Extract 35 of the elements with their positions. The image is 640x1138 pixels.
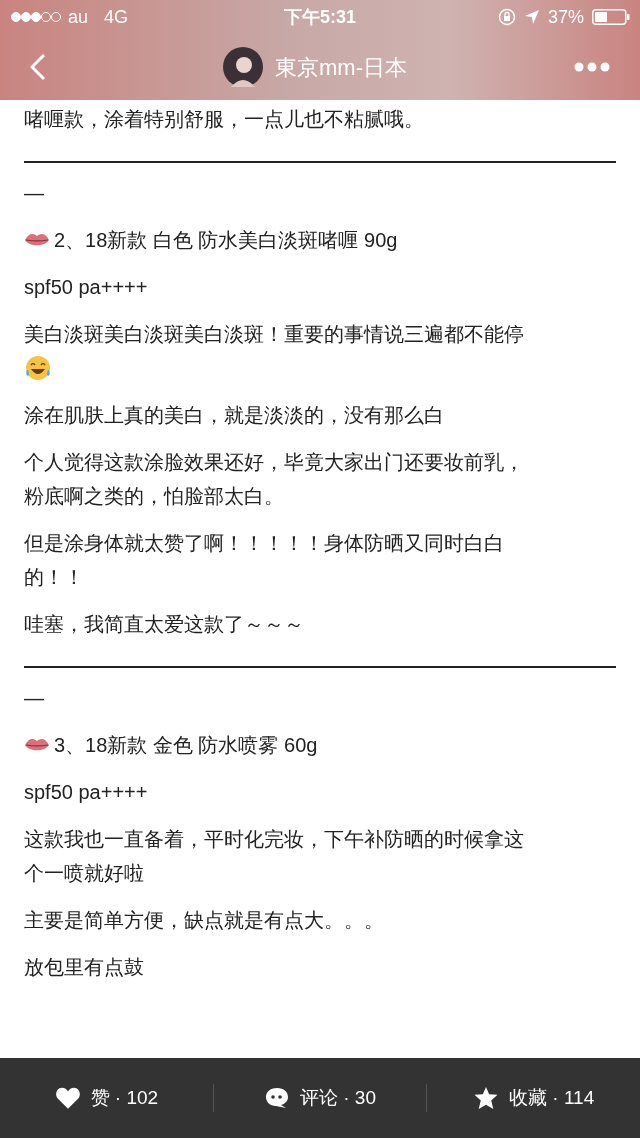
paragraph: — <box>24 181 45 206</box>
paragraph: 个人觉得这款涂脸效果还好，毕竟大家出门还要妆前乳， 粉底啊之类的，怕脸部太白。 <box>24 450 525 509</box>
section-heading: 2、18新款 白色 防水美白淡斑啫喱 90g <box>54 228 398 253</box>
paragraph: 美白淡斑美白淡斑美白淡斑！重要的事情说三遍都不能停 <box>24 322 525 347</box>
star-icon <box>473 1086 500 1110</box>
laughing-emoji-icon <box>24 354 52 382</box>
action-button[interactable]: 评论 · 30 <box>264 1083 376 1113</box>
section-heading: 3、18新款 金色 防水喷雾 60g <box>54 733 318 758</box>
clock-time: 下午5:31 <box>284 5 356 29</box>
back-chevron-icon <box>30 53 46 81</box>
paragraph: 放包里有点鼓 <box>24 955 145 980</box>
battery-icon <box>592 9 630 25</box>
paragraph: 涂在肌肤上真的美白，就是淡淡的，没有那么白 <box>24 403 445 428</box>
lips-icon <box>24 232 50 248</box>
carrier-label: au <box>68 5 89 29</box>
signal-icon <box>10 11 62 23</box>
network-label: 4G <box>104 5 129 29</box>
paragraph: 主要是简单方便，缺点就是有点大。。。 <box>24 908 385 933</box>
lips-icon <box>24 737 50 753</box>
rotation-lock-icon <box>497 8 516 26</box>
paragraph: spf50 pa++++ <box>24 275 149 300</box>
paragraph: 这款我也一直备着，平时化完妆，下午补防晒的时候拿这 个一喷就好啦 <box>24 827 525 886</box>
action-button[interactable]: 赞 · 102 <box>54 1083 159 1113</box>
paragraph: — <box>24 686 45 711</box>
paragraph: 啫喱款，涂着特别舒服，一点儿也不粘腻哦。 <box>24 107 425 132</box>
avatar[interactable] <box>223 47 263 87</box>
heart-icon <box>54 1086 81 1110</box>
paragraph: 哇塞，我简直太爱这款了～～～ <box>24 612 305 637</box>
chat-bubble-icon <box>264 1086 290 1110</box>
paragraph: spf50 pa++++ <box>24 780 149 805</box>
battery-percent: 37% <box>547 5 584 29</box>
action-button[interactable]: 收藏 · 114 <box>473 1083 595 1113</box>
paragraph: 但是涂身体就太赞了啊！！！！！身体防晒又同时白白 的！！ <box>24 531 505 590</box>
more-icon <box>574 62 610 72</box>
location-arrow-icon <box>523 9 540 25</box>
